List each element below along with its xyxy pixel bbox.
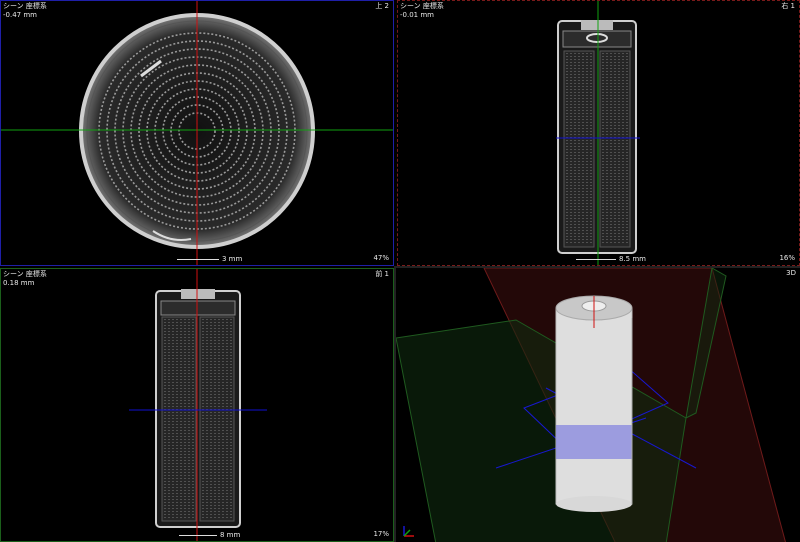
viewport-front[interactable]: シーン 座標系 0.18 mm 前 1 8 mm 17% <box>0 268 394 542</box>
right-slice-image <box>556 1 640 265</box>
viewport-right[interactable]: シーン 座標系 -0.01 mm 右 1 8.5 mm 16% <box>397 0 800 266</box>
view-orientation-label[interactable]: 前 1 <box>375 270 389 279</box>
coordinate-system-label: シーン 座標系 <box>3 270 47 278</box>
zoom-level: 17% <box>373 530 389 538</box>
view-orientation-label[interactable]: 右 1 <box>781 2 795 11</box>
zoom-level: 16% <box>779 254 795 262</box>
top-slice-image <box>1 1 393 265</box>
viewport-3d[interactable]: 3D <box>394 266 800 542</box>
xyz-axis-icon <box>403 526 414 537</box>
coordinate-system-label: シーン 座標系 <box>400 2 444 10</box>
viewport-top[interactable]: シーン 座標系 -0.47 mm 上 2 3 mm 47% <box>0 0 394 266</box>
3d-render <box>396 268 786 542</box>
view-orientation-label[interactable]: 上 2 <box>375 2 389 11</box>
front-slice-image <box>129 269 267 541</box>
slice-offset: 0.18 mm <box>3 279 35 287</box>
coordinate-system-label: シーン 座標系 <box>3 2 47 10</box>
slice-offset: -0.01 mm <box>400 11 434 19</box>
slice-offset: -0.47 mm <box>3 11 37 19</box>
zoom-level: 47% <box>373 254 389 262</box>
view-3d-label: 3D <box>786 269 796 277</box>
